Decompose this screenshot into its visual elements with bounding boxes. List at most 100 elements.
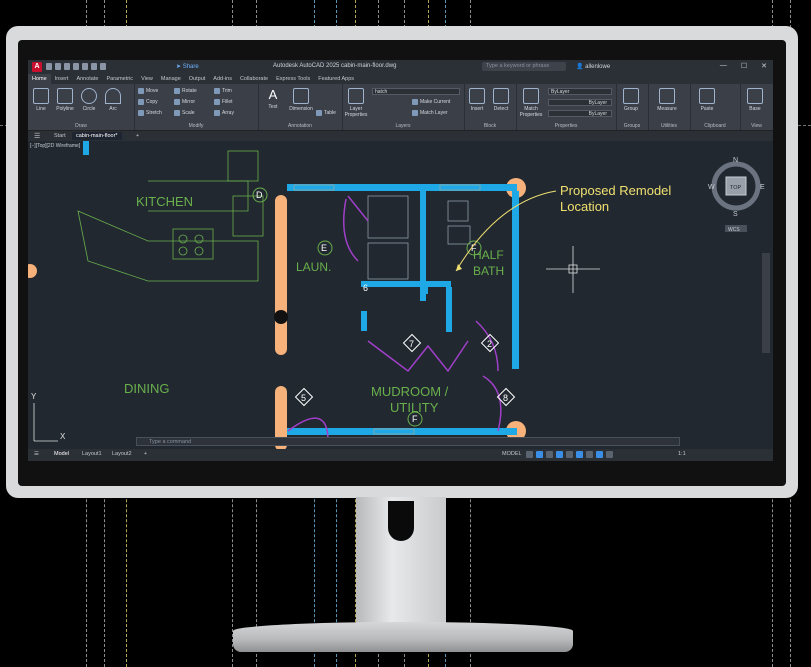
draw-panel-title[interactable]: Draw bbox=[28, 123, 134, 129]
new-file-icon[interactable] bbox=[46, 63, 52, 70]
share-button[interactable]: ➤ Share bbox=[176, 63, 199, 70]
paste-button[interactable]: Paste bbox=[696, 88, 718, 112]
scale-icon bbox=[174, 110, 180, 116]
tab-view[interactable]: View bbox=[137, 74, 157, 84]
move-button[interactable]: Move bbox=[138, 88, 158, 94]
circle-button[interactable]: Circle bbox=[78, 88, 100, 112]
polar-icon[interactable] bbox=[556, 451, 563, 458]
drawing-canvas[interactable]: [−][Top][2D Wireframe] KITCHEN LAUN. HAL… bbox=[28, 141, 773, 449]
match-layer-button[interactable]: Match Layer bbox=[412, 110, 448, 116]
search-input[interactable]: Type a keyword or phrase bbox=[482, 62, 566, 71]
layout-tab-layout2[interactable]: Layout2 bbox=[112, 451, 132, 457]
autocad-logo-icon[interactable]: A bbox=[32, 62, 42, 72]
tab-output[interactable]: Output bbox=[185, 74, 210, 84]
undo-icon[interactable] bbox=[91, 63, 97, 70]
room-label-kitchen: KITCHEN bbox=[136, 194, 193, 209]
table-button[interactable]: Table bbox=[316, 110, 336, 116]
annotation-visibility-icon[interactable] bbox=[596, 451, 603, 458]
menu-icon[interactable]: ☰ bbox=[34, 132, 40, 140]
annotation-scale-icon[interactable] bbox=[606, 451, 613, 458]
stretch-button[interactable]: Stretch bbox=[138, 110, 162, 116]
tab-insert[interactable]: Insert bbox=[51, 74, 73, 84]
lineweight-icon[interactable] bbox=[586, 451, 593, 458]
view-panel-title[interactable]: View bbox=[740, 123, 773, 129]
block-panel-title[interactable]: Block bbox=[464, 123, 516, 129]
insert-button[interactable]: Insert bbox=[466, 88, 488, 112]
layout-tab-layout1[interactable]: Layout1 bbox=[82, 451, 102, 457]
base-view-icon bbox=[747, 88, 763, 104]
column-marker bbox=[274, 310, 288, 324]
tab-express-tools[interactable]: Express Tools bbox=[272, 74, 314, 84]
user-account[interactable]: 👤 allenlowe bbox=[576, 63, 610, 70]
monitor-frame: A ➤ Share Autodesk AutoCAD 2025 cabin-ma… bbox=[6, 26, 798, 498]
array-icon bbox=[214, 110, 220, 116]
mirror-button[interactable]: Mirror bbox=[174, 99, 195, 105]
new-tab-button[interactable]: + bbox=[132, 132, 143, 140]
annotation-panel-title[interactable]: Annotation bbox=[258, 123, 342, 129]
layer-properties-button[interactable]: Layer Properties bbox=[344, 88, 368, 118]
modify-panel-title[interactable]: Modify bbox=[134, 123, 258, 129]
tab-manage[interactable]: Manage bbox=[157, 74, 185, 84]
start-tab[interactable]: Start bbox=[50, 132, 70, 140]
lineweight-dropdown[interactable]: ByLayer bbox=[548, 110, 612, 117]
array-button[interactable]: Array bbox=[214, 110, 234, 116]
properties-panel-title[interactable]: Properties bbox=[516, 123, 616, 129]
make-current-button[interactable]: Make Current bbox=[412, 99, 450, 105]
tab-parametric[interactable]: Parametric bbox=[102, 74, 137, 84]
save-icon[interactable] bbox=[64, 63, 70, 70]
redo-icon[interactable] bbox=[100, 63, 106, 70]
layers-panel-title[interactable]: Layers bbox=[342, 123, 464, 129]
tab-add-ins[interactable]: Add-ins bbox=[209, 74, 236, 84]
dimension-label: Dimension bbox=[289, 106, 313, 112]
grid-icon[interactable] bbox=[526, 451, 533, 458]
base-button[interactable]: Base bbox=[744, 88, 766, 112]
dimension-button[interactable]: Dimension bbox=[288, 88, 314, 112]
command-input[interactable]: Type a command bbox=[136, 437, 680, 446]
print-icon[interactable] bbox=[82, 63, 88, 70]
floor-plan: KITCHEN LAUN. HALF BATH DINING MUDROOM /… bbox=[28, 141, 770, 449]
ucs-x-label: X bbox=[60, 432, 66, 441]
polyline-button[interactable]: Polyline bbox=[54, 88, 76, 112]
detect-button[interactable]: Detect bbox=[490, 88, 512, 112]
arc-button[interactable]: Arc bbox=[102, 88, 124, 112]
layer-dropdown[interactable]: hatch bbox=[372, 88, 460, 95]
groups-panel-title[interactable]: Groups bbox=[616, 123, 648, 129]
layout-tab-model[interactable]: Model bbox=[54, 451, 69, 457]
copy-button[interactable]: Copy bbox=[138, 99, 158, 105]
open-file-icon[interactable] bbox=[55, 63, 61, 70]
otrack-icon[interactable] bbox=[576, 451, 583, 458]
utilities-panel-title[interactable]: Utilities bbox=[648, 123, 690, 129]
paste-icon bbox=[699, 88, 715, 104]
osnap-icon[interactable] bbox=[566, 451, 573, 458]
color-dropdown[interactable]: ByLayer bbox=[548, 88, 612, 95]
group-button[interactable]: Group bbox=[620, 88, 642, 112]
close-button[interactable]: ✕ bbox=[761, 62, 767, 70]
tab-collaborate[interactable]: Collaborate bbox=[236, 74, 272, 84]
annotation-scale[interactable]: 1:1 bbox=[678, 451, 686, 457]
add-layout-button[interactable]: + bbox=[144, 451, 147, 457]
save-as-icon[interactable] bbox=[73, 63, 79, 70]
tab-featured-apps[interactable]: Featured Apps bbox=[314, 74, 358, 84]
scale-button[interactable]: Scale bbox=[174, 110, 195, 116]
trim-button[interactable]: Trim bbox=[214, 88, 232, 94]
tab-home[interactable]: Home bbox=[28, 74, 51, 84]
tag-label: D bbox=[256, 190, 263, 200]
ortho-icon[interactable] bbox=[546, 451, 553, 458]
measure-button[interactable]: Measure bbox=[652, 88, 682, 112]
match-properties-button[interactable]: Match Properties bbox=[518, 88, 544, 118]
line-button[interactable]: Line bbox=[30, 88, 52, 112]
tab-annotate[interactable]: Annotate bbox=[72, 74, 102, 84]
snap-icon[interactable] bbox=[536, 451, 543, 458]
minimize-button[interactable]: — bbox=[720, 62, 727, 70]
rotate-button[interactable]: Rotate bbox=[174, 88, 197, 94]
model-space-toggle[interactable]: MODEL bbox=[502, 451, 522, 457]
linetype-dropdown[interactable]: ByLayer bbox=[548, 99, 612, 106]
maximize-button[interactable]: ☐ bbox=[741, 62, 747, 70]
drawing-tab[interactable]: cabin-main-floor* bbox=[72, 132, 122, 140]
fillet-button[interactable]: Fillet bbox=[214, 99, 233, 105]
layout-menu-icon[interactable]: ☰ bbox=[34, 451, 39, 457]
text-button[interactable]: A Text bbox=[262, 88, 284, 111]
array-label: Array bbox=[222, 110, 234, 116]
measure-label: Measure bbox=[657, 106, 677, 112]
clipboard-panel-title[interactable]: Clipboard bbox=[690, 123, 740, 129]
